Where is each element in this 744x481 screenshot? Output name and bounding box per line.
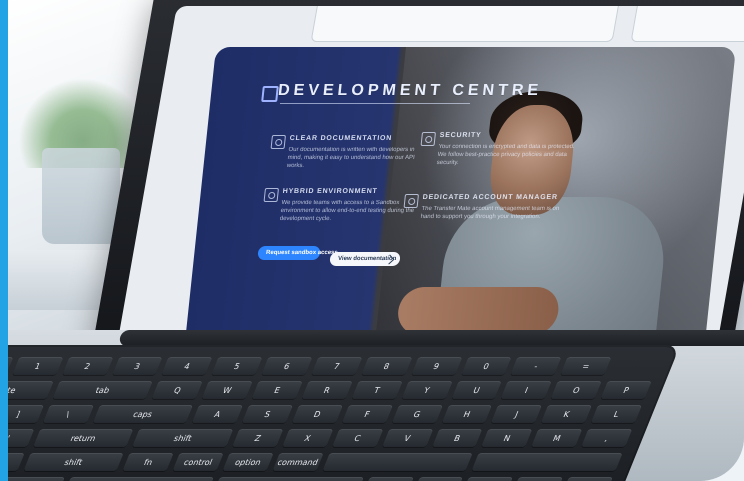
keyboard-key: W	[201, 381, 253, 399]
left-accent-bar	[0, 0, 8, 481]
keyboard-key: K	[541, 405, 593, 423]
keyboard-key: 1	[12, 357, 64, 375]
keyboard-key: 6	[261, 357, 313, 375]
keyboard-key: ▲	[511, 477, 564, 481]
feature-text: The Transfer Mate account management tea…	[420, 206, 560, 220]
keyboard-key	[471, 453, 623, 471]
keyboard-key: N	[481, 429, 533, 447]
keyboard-key: caps	[92, 405, 194, 423]
keyboard-key: 3	[111, 357, 163, 375]
keyboard-key: F	[341, 405, 393, 423]
keyboard-key: O	[550, 381, 602, 399]
feature-heading: SECURITY	[439, 132, 482, 139]
keyboard-key: 2	[61, 357, 114, 375]
keyboard-key: 5	[211, 357, 263, 375]
keyboard-key: C	[331, 429, 384, 447]
keyboard-key: -	[510, 357, 562, 375]
request-sandbox-access-button[interactable]: Request sandbox access	[257, 246, 338, 260]
keyboard-key: E	[251, 381, 303, 399]
keyboard-key: ◀	[462, 477, 514, 481]
feature-heading: CLEAR DOCUMENTATION	[289, 135, 393, 142]
laptop-hinge	[118, 330, 744, 346]
title-underline	[279, 103, 471, 104]
keyboard-key: D	[291, 405, 343, 423]
keyboard-key: ,	[581, 429, 633, 447]
keyboard-key: shift	[23, 453, 125, 471]
photo-frame: DEVELOPMENT CENTRE CLEAR DOCUMENTATION O…	[0, 0, 744, 481]
keyboard-key	[322, 453, 474, 471]
feature-text: Our documentation is written with develo…	[286, 147, 415, 169]
keyboard-key: delete	[0, 381, 54, 399]
development-centre-title: DEVELOPMENT CENTRE	[277, 82, 543, 99]
keyboard-key: \	[42, 405, 94, 423]
keyboard-key: R	[301, 381, 353, 399]
person-arm	[395, 287, 561, 335]
keyboard-key: 7	[311, 357, 363, 375]
keyboard-key: Q	[151, 381, 204, 399]
plant-pot	[42, 148, 120, 244]
view-documentation-button[interactable]: View documentation	[329, 252, 401, 266]
keyboard-key: 9	[410, 357, 463, 375]
keyboard-key: G	[391, 405, 443, 423]
keyboard-key: V	[381, 429, 433, 447]
keyboard-key: fn	[122, 453, 174, 471]
keyboard-key: X	[282, 429, 334, 447]
keyboard-key: return	[32, 429, 134, 447]
feature-heading: DEDICATED ACCOUNT MANAGER	[422, 194, 559, 201]
keyboard-key: P	[600, 381, 652, 399]
keyboard-key: J	[491, 405, 543, 423]
keyboard-key: Z	[232, 429, 284, 447]
keyboard-key	[0, 477, 65, 481]
keyboard-key: option	[222, 453, 274, 471]
screen-top-card	[310, 6, 621, 42]
keyboard-key: option	[412, 477, 464, 481]
feature-text: Your connection is encrypted and data is…	[436, 144, 575, 166]
user-icon	[403, 194, 419, 208]
keyboard-key: 4	[161, 357, 213, 375]
keyboard-key: =	[560, 357, 612, 375]
document-icon	[270, 135, 286, 149]
feature-heading: HYBRID ENVIRONMENT	[282, 188, 378, 195]
keyboard-key: 0	[460, 357, 512, 375]
keyboard-key	[212, 477, 364, 481]
keyboard-key	[63, 477, 215, 481]
keyboard-key: S	[241, 405, 294, 423]
keyboard-key: L	[590, 405, 643, 423]
keyboard-key: T	[351, 381, 403, 399]
keyboard-key: control	[172, 453, 224, 471]
keyboard-key: command	[272, 453, 324, 471]
keyboard-key: B	[431, 429, 483, 447]
keyboard-key: I	[500, 381, 553, 399]
feature-text: We provide teams with access to a Sandbo…	[279, 200, 415, 222]
keyboard-key: ▶	[561, 477, 613, 481]
keyboard-key: shift	[132, 429, 234, 447]
keyboard-key: A	[192, 405, 244, 423]
keyboard-key: 8	[361, 357, 413, 375]
keyboard-key: tab	[52, 381, 154, 399]
shield-icon	[420, 132, 436, 146]
cloud-icon	[263, 188, 279, 202]
keyboard-key: Y	[401, 381, 453, 399]
keyboard-key: command	[362, 477, 414, 481]
laptop-keyboard: esc1234567890-=deletetabQWERTYUIOP[]\cap…	[0, 345, 681, 481]
keyboard-key: M	[531, 429, 583, 447]
keyboard-key: H	[441, 405, 493, 423]
screen-top-card-2	[630, 6, 744, 42]
keyboard-key: U	[451, 381, 503, 399]
